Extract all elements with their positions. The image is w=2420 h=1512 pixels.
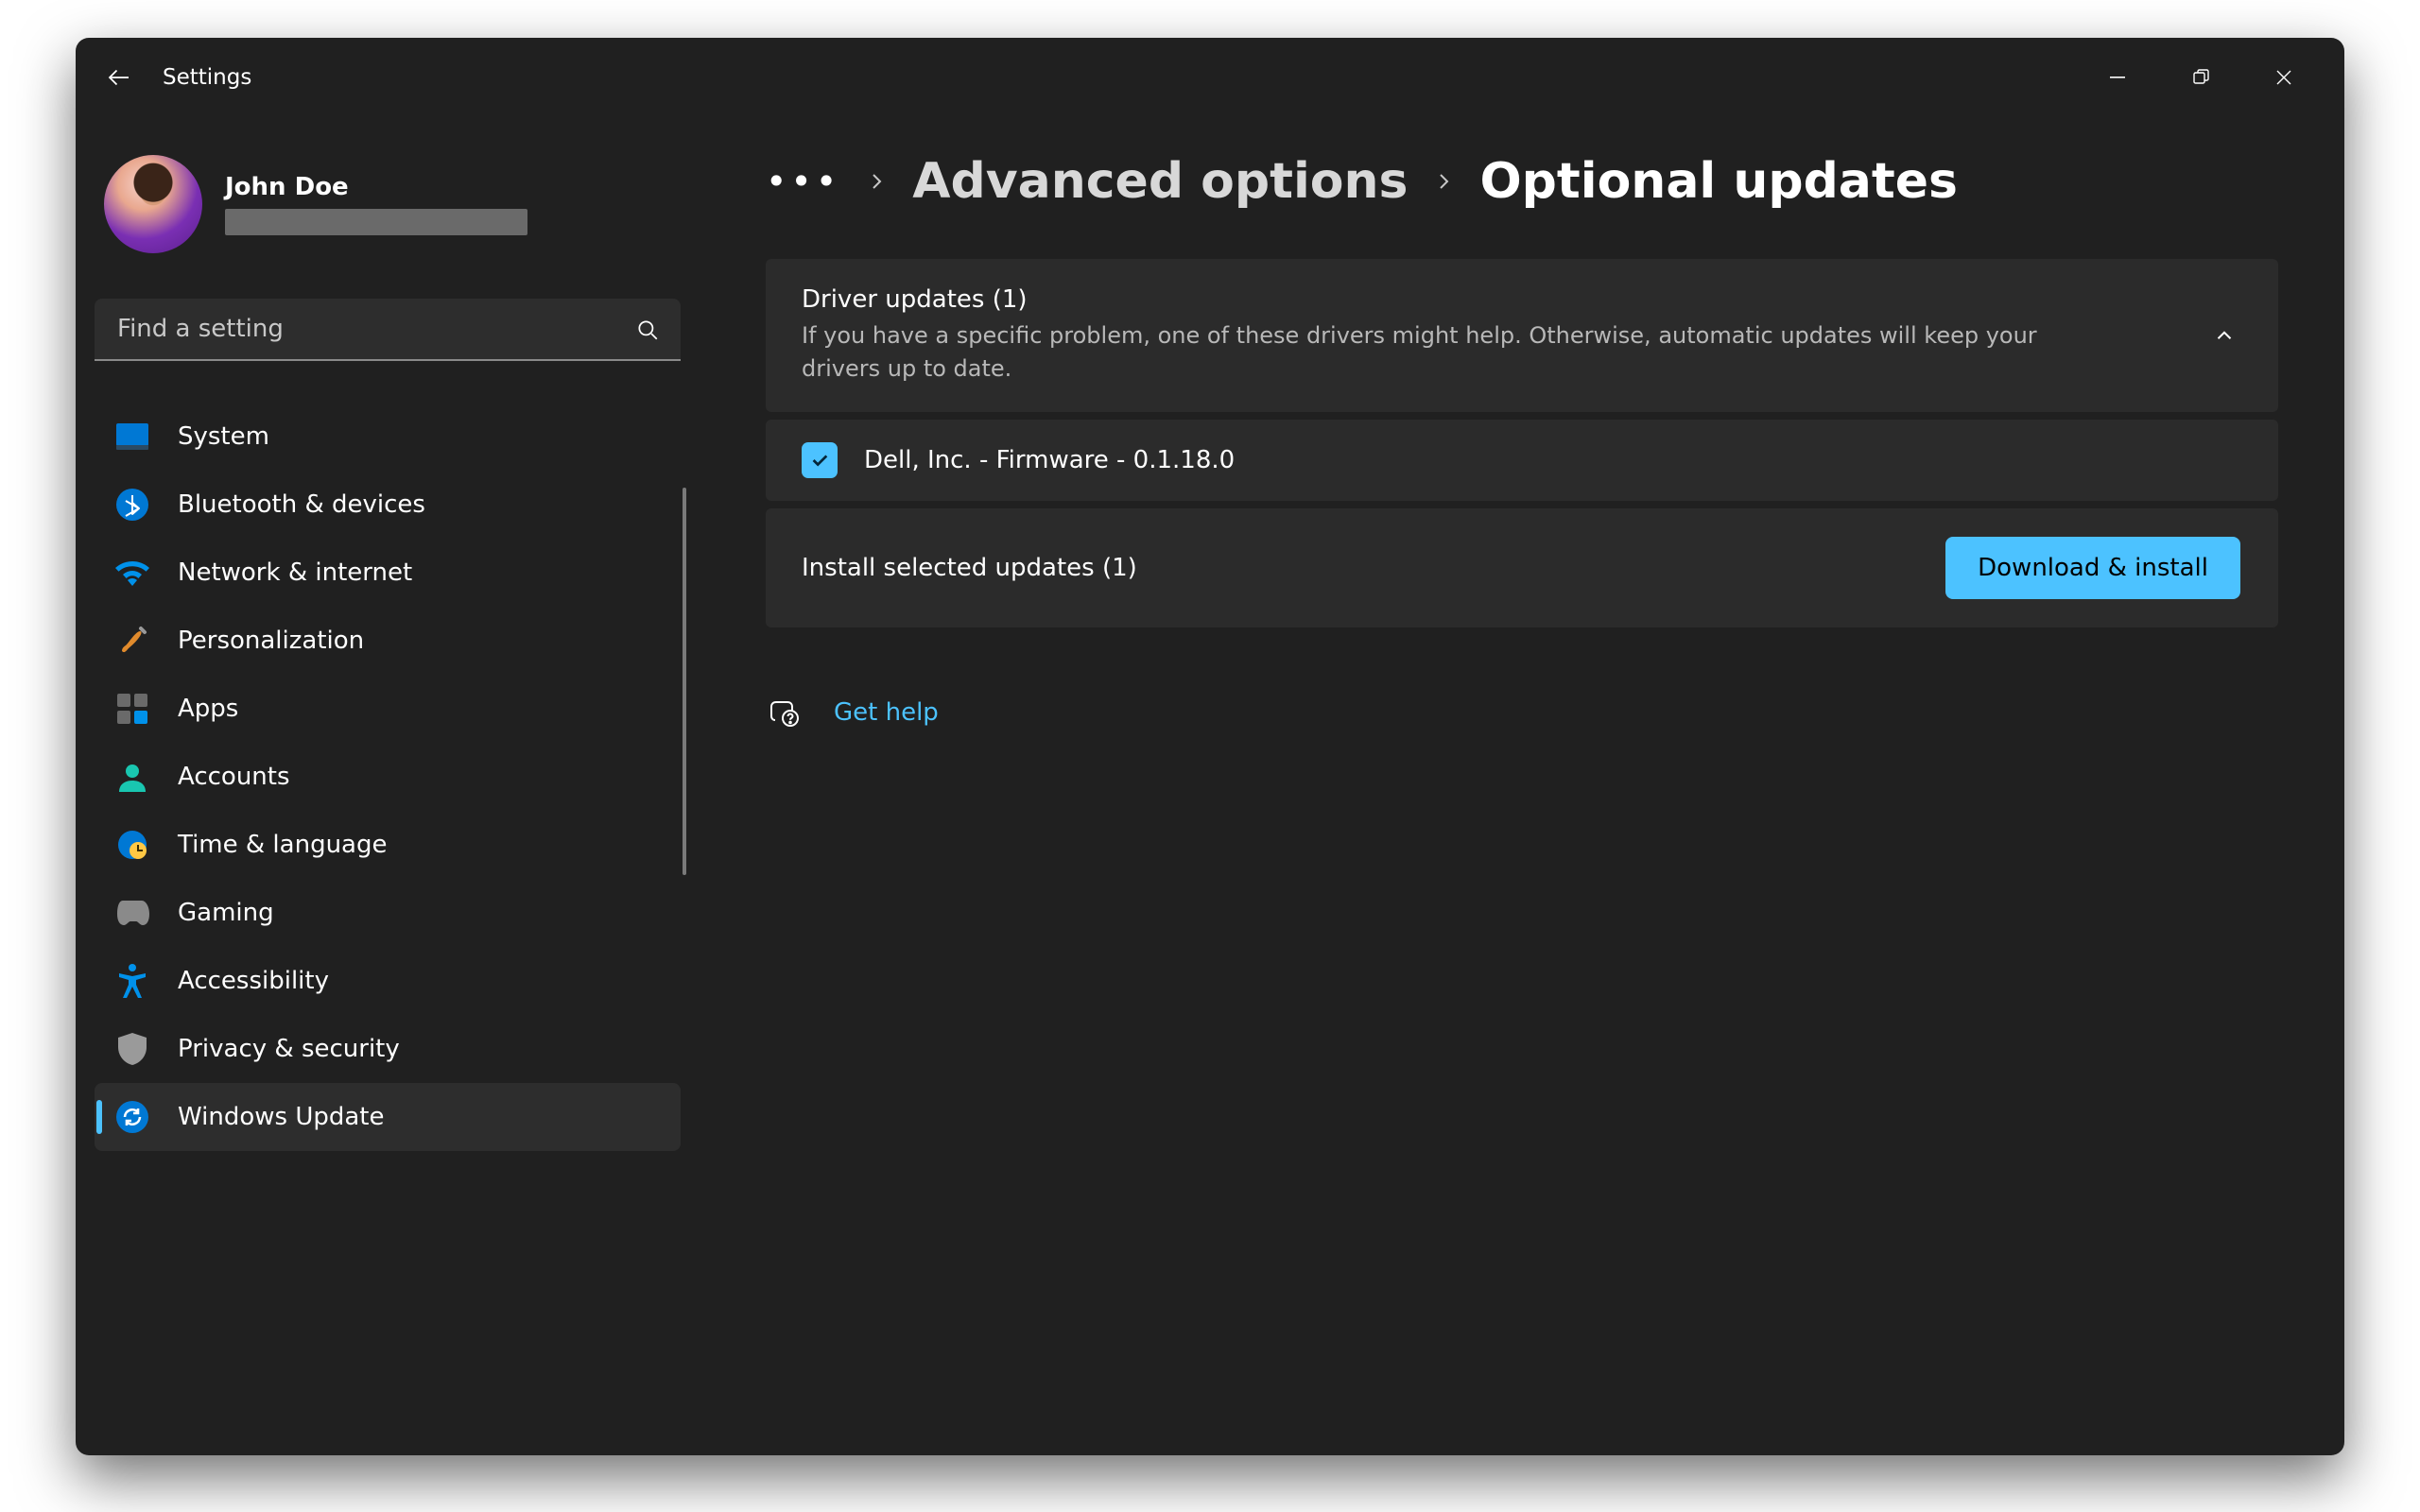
chevron-right-icon [865,170,888,193]
system-icon [115,420,149,454]
download-install-button[interactable]: Download & install [1945,537,2240,599]
driver-checkbox[interactable] [802,442,838,478]
sidebar-item-bluetooth[interactable]: Bluetooth & devices [95,471,681,539]
sidebar-item-accessibility[interactable]: Accessibility [95,947,681,1015]
maximize-button[interactable] [2159,53,2242,102]
app-title: Settings [163,65,251,90]
window-controls [2076,53,2325,102]
gamepad-icon [115,896,149,930]
sidebar-item-label: Gaming [178,899,274,927]
accessibility-icon [115,964,149,998]
install-row: Install selected updates (1) Download & … [766,508,2278,627]
sidebar-item-label: Privacy & security [178,1035,400,1063]
shield-icon [115,1032,149,1066]
person-icon [115,760,149,794]
apps-icon [115,692,149,726]
sidebar-item-apps[interactable]: Apps [95,675,681,743]
profile-name: John Doe [225,173,527,201]
sidebar-item-accounts[interactable]: Accounts [95,743,681,811]
settings-window: Settings John Doe [76,38,2344,1455]
avatar [104,155,202,253]
sidebar: John Doe System [76,117,700,1455]
driver-updates-title: Driver updates (1) [802,285,2189,314]
back-button[interactable] [95,53,144,102]
chevron-right-icon [1432,170,1455,193]
sidebar-item-personalization[interactable]: Personalization [95,607,681,675]
paint-icon [115,624,149,658]
search-icon[interactable] [635,318,660,342]
driver-label: Dell, Inc. - Firmware - 0.1.18.0 [864,446,1235,474]
nav: System Bluetooth & devices Network & int… [95,403,681,1151]
breadcrumb-overflow[interactable]: ••• [766,161,840,202]
wifi-icon [115,556,149,590]
sidebar-item-label: Accounts [178,763,290,791]
driver-updates-subtitle: If you have a specific problem, one of t… [802,319,2049,386]
search-input[interactable] [95,299,681,361]
breadcrumb: ••• Advanced options Optional updates [766,153,2278,210]
minimize-button[interactable] [2076,53,2159,102]
sidebar-item-system[interactable]: System [95,403,681,471]
sidebar-item-gaming[interactable]: Gaming [95,879,681,947]
help-row: Get help [766,697,2278,728]
sidebar-item-label: Windows Update [178,1103,385,1131]
help-icon [769,697,800,728]
profile[interactable]: John Doe [95,117,681,299]
install-label: Install selected updates (1) [802,554,1137,582]
bluetooth-icon [115,488,149,522]
main-content: ••• Advanced options Optional updates Dr… [700,117,2344,1455]
globe-clock-icon [115,828,149,862]
sidebar-item-label: Personalization [178,627,364,655]
profile-email-redacted [225,209,527,235]
chevron-up-icon[interactable] [2212,323,2237,348]
breadcrumb-prev[interactable]: Advanced options [912,153,1408,210]
sidebar-item-privacy[interactable]: Privacy & security [95,1015,681,1083]
sidebar-item-label: Bluetooth & devices [178,490,425,519]
driver-updates-header[interactable]: Driver updates (1) If you have a specifi… [766,259,2278,412]
driver-item-row: Dell, Inc. - Firmware - 0.1.18.0 [766,420,2278,501]
page-title: Optional updates [1479,153,1958,210]
sidebar-item-label: Accessibility [178,967,329,995]
search [95,299,681,361]
sidebar-item-label: System [178,422,269,451]
sidebar-item-label: Network & internet [178,558,412,587]
sidebar-item-time[interactable]: Time & language [95,811,681,879]
sidebar-item-label: Time & language [178,831,387,859]
close-button[interactable] [2242,53,2325,102]
get-help-link[interactable]: Get help [834,698,939,727]
update-icon [115,1100,149,1134]
titlebar: Settings [76,38,2344,117]
sidebar-item-windows-update[interactable]: Windows Update [95,1083,681,1151]
sidebar-item-label: Apps [178,695,238,723]
sidebar-item-network[interactable]: Network & internet [95,539,681,607]
